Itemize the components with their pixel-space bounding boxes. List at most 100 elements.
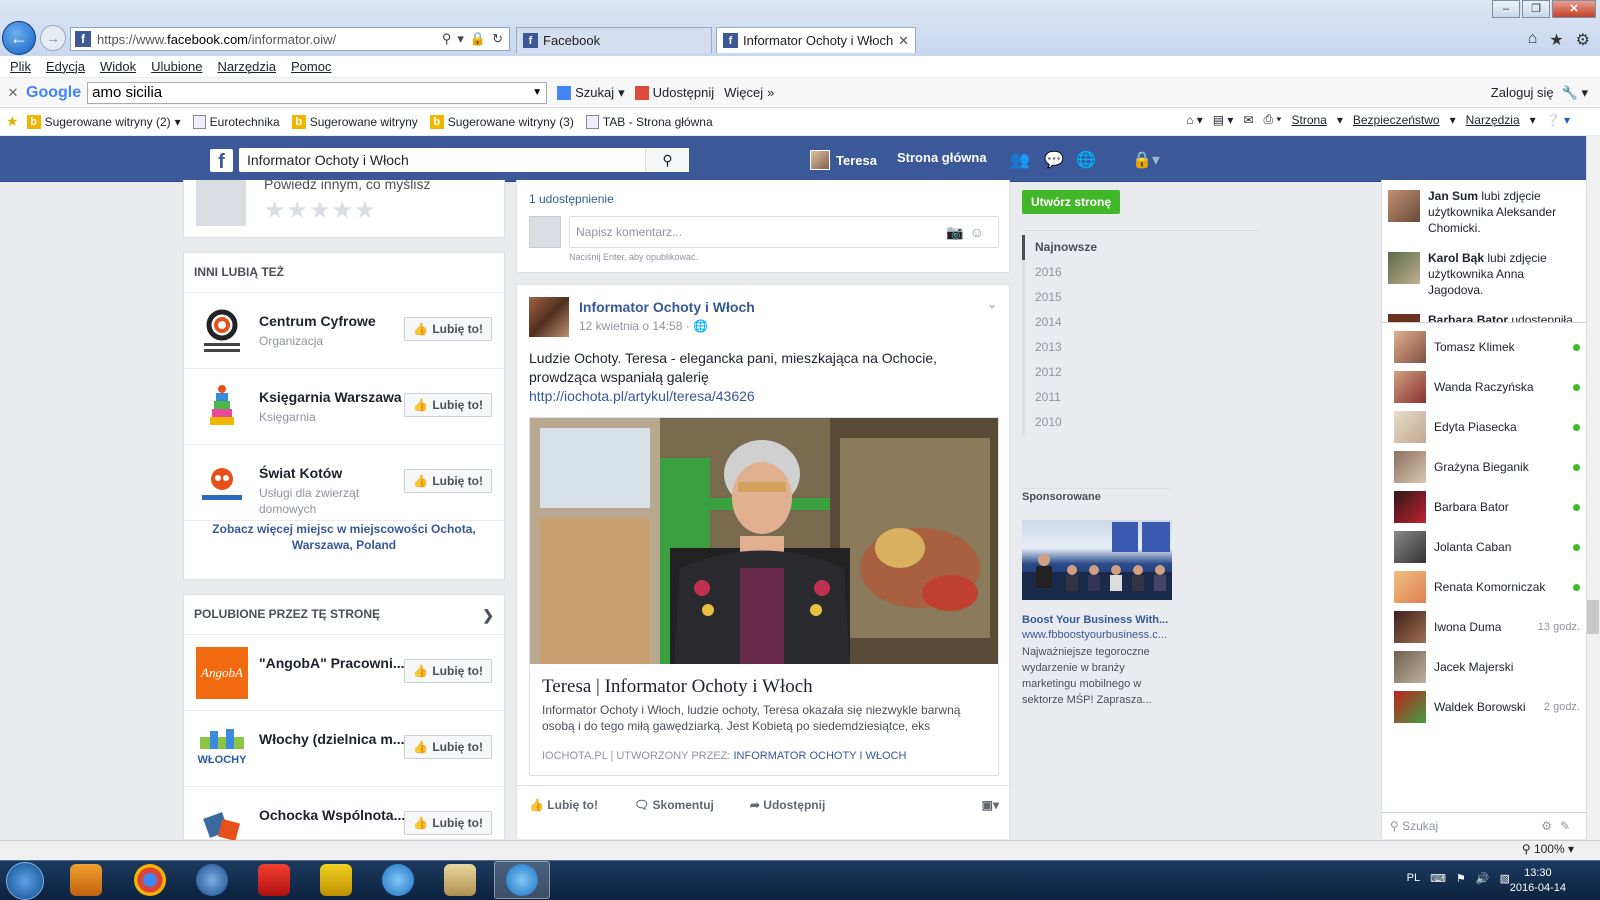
- chat-contact[interactable]: Wanda Raczyńska: [1394, 369, 1580, 405]
- page-scrollbar[interactable]: [1586, 136, 1600, 840]
- post-as-selector[interactable]: ▣▾: [982, 798, 999, 812]
- tab-informator[interactable]: f Informator Ochoty i Włoch ✕: [716, 27, 916, 53]
- year-2011[interactable]: 2011: [1022, 385, 1262, 410]
- post-options-chevron-icon[interactable]: ⌄: [987, 297, 997, 311]
- pdf-reader-icon[interactable]: [258, 864, 290, 896]
- media-player-icon[interactable]: [70, 864, 102, 896]
- link-author-link[interactable]: INFORMATOR OCHOTY I WŁOCH: [734, 750, 907, 762]
- page-name[interactable]: Świat Kotów: [259, 465, 342, 481]
- like-button[interactable]: 👍 Lubię to!: [404, 317, 492, 341]
- camera-icon[interactable]: 📷☺: [946, 224, 990, 241]
- start-button[interactable]: [6, 862, 44, 900]
- menu-edit[interactable]: Edycja: [46, 59, 85, 74]
- home-icon[interactable]: ⌂ ▾: [1186, 113, 1203, 127]
- keyboard-icon[interactable]: ⌨: [1430, 872, 1446, 885]
- like-button[interactable]: 👍 Lubię to!: [404, 469, 492, 493]
- print-icon[interactable]: ⎙ ▾: [1264, 112, 1282, 127]
- year-2012[interactable]: 2012: [1022, 360, 1262, 385]
- page-name[interactable]: "AngobA" Pracowni...: [259, 655, 405, 671]
- ad-image[interactable]: [1022, 520, 1172, 600]
- menu-tools[interactable]: Narzędzia: [217, 59, 276, 74]
- wlochy-logo[interactable]: WŁOCHY: [196, 723, 248, 775]
- favorites-star-icon[interactable]: ★: [1549, 30, 1563, 50]
- close-tab-icon[interactable]: ✕: [898, 33, 909, 49]
- like-button[interactable]: 👍 Lubię to!: [404, 735, 492, 759]
- post-share-button[interactable]: ➦ Udostępnij: [750, 798, 825, 812]
- language-indicator[interactable]: PL: [1407, 872, 1420, 885]
- messages-icon[interactable]: 💬: [1044, 150, 1064, 170]
- post-timestamp[interactable]: 12 kwietnia o 14:58 · 🌐: [579, 319, 708, 333]
- post-author-link[interactable]: Informator Ochoty i Włoch: [579, 299, 755, 315]
- google-share-button[interactable]: Udostępnij: [634, 85, 714, 100]
- ksiegarnia-logo[interactable]: [196, 381, 248, 433]
- forward-button[interactable]: →: [40, 25, 66, 51]
- year-2014[interactable]: 2014: [1022, 310, 1262, 335]
- chat-search-input[interactable]: ⚲ Szukaj ⚙✎: [1382, 812, 1586, 839]
- year-2010[interactable]: 2010: [1022, 410, 1262, 435]
- globe-app-icon[interactable]: [196, 864, 228, 896]
- google-search-input[interactable]: amo sicilia ▼: [87, 81, 548, 104]
- clock[interactable]: 13:30 2016-04-14: [1510, 866, 1566, 896]
- chrome-icon[interactable]: [134, 864, 166, 896]
- menu-file[interactable]: Plik: [10, 59, 31, 74]
- page-name[interactable]: Księgarnia Warszawa: [259, 389, 402, 405]
- refresh-icon[interactable]: ↻: [492, 31, 503, 47]
- fav-suggested-3[interactable]: b Sugerowane witryny (3): [429, 114, 574, 129]
- ad-url-link[interactable]: www.fbboostyourbusiness.c...: [1022, 629, 1167, 641]
- tab-facebook[interactable]: f Facebook: [516, 27, 712, 53]
- privacy-lock-icon[interactable]: 🔒▾: [1132, 150, 1160, 170]
- radiation-app-icon[interactable]: [320, 864, 352, 896]
- angoba-logo[interactable]: AngobA: [196, 647, 248, 699]
- lock-icon[interactable]: 🔒: [470, 31, 486, 47]
- notifications-globe-icon[interactable]: 🌐: [1076, 150, 1096, 170]
- year-newest[interactable]: Najnowsze: [1022, 235, 1262, 260]
- mail-icon[interactable]: ✉: [1243, 113, 1253, 127]
- chat-contact[interactable]: Jolanta Caban: [1394, 529, 1580, 565]
- add-favorite-star-icon[interactable]: ★: [6, 113, 19, 130]
- internet-explorer-icon[interactable]: [382, 864, 414, 896]
- flag-icon[interactable]: ⚑: [1456, 872, 1466, 885]
- ad-title-link[interactable]: Boost Your Business With...: [1022, 614, 1168, 626]
- file-explorer-icon[interactable]: [444, 864, 476, 896]
- fav-suggested-2[interactable]: b Sugerowane witryny (2) ▾: [26, 114, 181, 129]
- search-icon[interactable]: ⚲: [442, 31, 452, 47]
- link-preview-card[interactable]: Teresa | Informator Ochoty i Włoch Infor…: [529, 417, 999, 776]
- dropdown-icon[interactable]: ▾: [457, 31, 464, 47]
- back-button[interactable]: ←: [2, 21, 36, 55]
- fav-tab[interactable]: TAB - Strona główna: [585, 114, 713, 129]
- google-more-button[interactable]: Więcej »: [724, 85, 774, 100]
- menu-help[interactable]: Pomoc: [291, 59, 331, 74]
- menu-view[interactable]: Widok: [100, 59, 136, 74]
- gear-icon[interactable]: ⚙✎: [1541, 819, 1578, 833]
- chevron-down-icon[interactable]: ▼: [532, 87, 542, 98]
- chat-contact[interactable]: Barbara Bator: [1394, 489, 1580, 525]
- cmd-tools[interactable]: Narzędzia: [1466, 113, 1520, 127]
- chat-contact[interactable]: Jacek Majerski: [1394, 649, 1580, 685]
- fav-eurotechnika[interactable]: Eurotechnika: [192, 114, 280, 129]
- volume-icon[interactable]: 🔊: [1476, 872, 1490, 885]
- network-icon[interactable]: ▧: [1500, 872, 1510, 885]
- google-search-button[interactable]: Szukaj ▾: [557, 85, 625, 101]
- rating-stars[interactable]: ★★★★★: [264, 196, 377, 225]
- cmd-security[interactable]: Bezpieczeństwo: [1353, 113, 1440, 127]
- facebook-search-input[interactable]: Informator Ochoty i Włoch ⚲: [239, 148, 689, 172]
- see-more-places-link[interactable]: Zobacz więcej miejsc w miejscowości Ocho…: [184, 521, 504, 553]
- menu-favorites[interactable]: Ulubione: [151, 59, 202, 74]
- post-comment-button[interactable]: 🗨 Skomentuj: [634, 798, 714, 812]
- profile-link[interactable]: Teresa: [810, 150, 877, 170]
- gear-icon[interactable]: ⚙: [1576, 30, 1590, 50]
- year-2015[interactable]: 2015: [1022, 285, 1262, 310]
- year-2013[interactable]: 2013: [1022, 335, 1262, 360]
- chat-contact[interactable]: Tomasz Klimek: [1394, 329, 1580, 365]
- like-button[interactable]: 👍 Lubię to!: [404, 659, 492, 683]
- post-link[interactable]: http://iochota.pl/artykul/teresa/43626: [529, 388, 755, 404]
- centrum-cyfrowe-logo[interactable]: [196, 305, 248, 357]
- liked-by-page-header[interactable]: POLUBIONE PRZEZ TĘ STRONĘ ❯: [184, 595, 504, 635]
- page-name[interactable]: Centrum Cyfrowe: [259, 313, 376, 329]
- chat-contact[interactable]: Waldek Borowski 2 godz.: [1394, 689, 1580, 725]
- minimize-button[interactable]: –: [1492, 0, 1520, 18]
- chevron-right-icon[interactable]: ❯: [482, 607, 494, 623]
- close-window-button[interactable]: ✕: [1552, 0, 1596, 18]
- link-title[interactable]: Teresa | Informator Ochoty i Włoch: [542, 676, 813, 698]
- page-name[interactable]: Włochy (dzielnica m....: [259, 731, 408, 747]
